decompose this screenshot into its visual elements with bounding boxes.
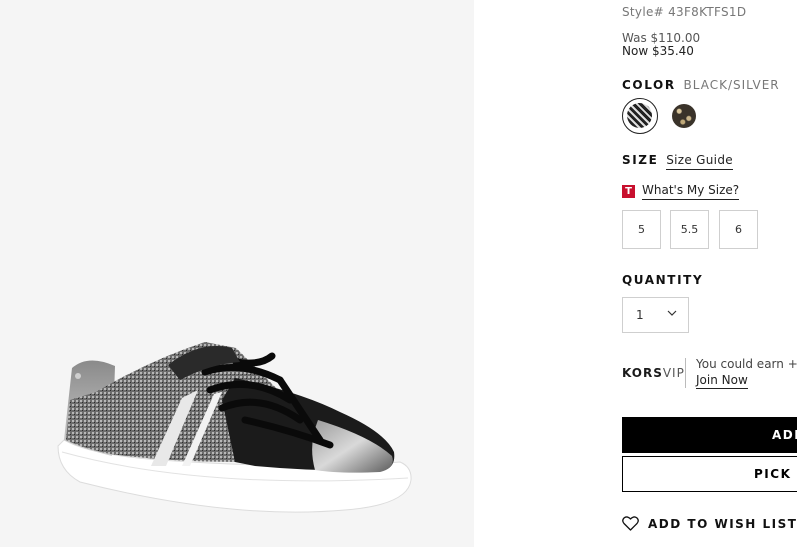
- original-price: Was $110.00: [622, 31, 701, 45]
- selected-color: BLACK/SILVER: [683, 78, 780, 92]
- vip-suffix: VIP: [662, 366, 685, 380]
- kors-vip-logo: KORSVIP: [622, 366, 685, 380]
- product-details: Style# 43F8KTFS1D Was $110.00 Now $35.40…: [622, 0, 797, 547]
- wishlist-label: ADD TO WISH LIST: [648, 516, 797, 531]
- whats-my-size-link[interactable]: What's My Size?: [642, 183, 740, 200]
- color-selector-label: COLOR BLACK/SILVER: [622, 78, 780, 92]
- swatch-image: [672, 104, 696, 128]
- vip-divider: [685, 358, 686, 388]
- size-option-5[interactable]: 5: [622, 210, 661, 249]
- color-label: COLOR: [622, 78, 676, 92]
- quantity-select[interactable]: 1: [622, 297, 689, 333]
- sale-price: Now $35.40: [622, 44, 694, 58]
- heart-icon: [622, 516, 639, 531]
- style-number: Style# 43F8KTFS1D: [622, 5, 747, 19]
- product-image[interactable]: [0, 0, 474, 547]
- size-guide-link[interactable]: Size Guide: [666, 153, 733, 170]
- quantity-label: QUANTITY: [622, 273, 704, 287]
- add-to-wishlist-button[interactable]: ADD TO WISH LIST: [622, 516, 797, 531]
- swatch-image: [627, 103, 652, 128]
- size-selector-label: SIZE Size Guide: [622, 153, 733, 170]
- vip-earn-text: You could earn +3: [696, 357, 797, 371]
- chevron-down-icon: [667, 310, 677, 316]
- true-fit-icon: T: [622, 185, 635, 198]
- color-swatch-black-silver[interactable]: [622, 98, 658, 134]
- quantity-value: 1: [636, 308, 644, 322]
- kors-brand: KORS: [622, 366, 663, 380]
- size-option-5-5[interactable]: 5.5: [670, 210, 709, 249]
- pick-up-in-store-button[interactable]: PICK U: [622, 456, 797, 492]
- add-to-bag-button[interactable]: ADD: [622, 417, 797, 453]
- sneaker-illustration: [57, 342, 412, 513]
- size-option-6[interactable]: 6: [719, 210, 758, 249]
- size-label: SIZE: [622, 153, 659, 167]
- color-swatch-gold-black[interactable]: [666, 98, 702, 134]
- join-now-link[interactable]: Join Now: [696, 373, 748, 389]
- fit-predictor[interactable]: T What's My Size?: [622, 183, 740, 200]
